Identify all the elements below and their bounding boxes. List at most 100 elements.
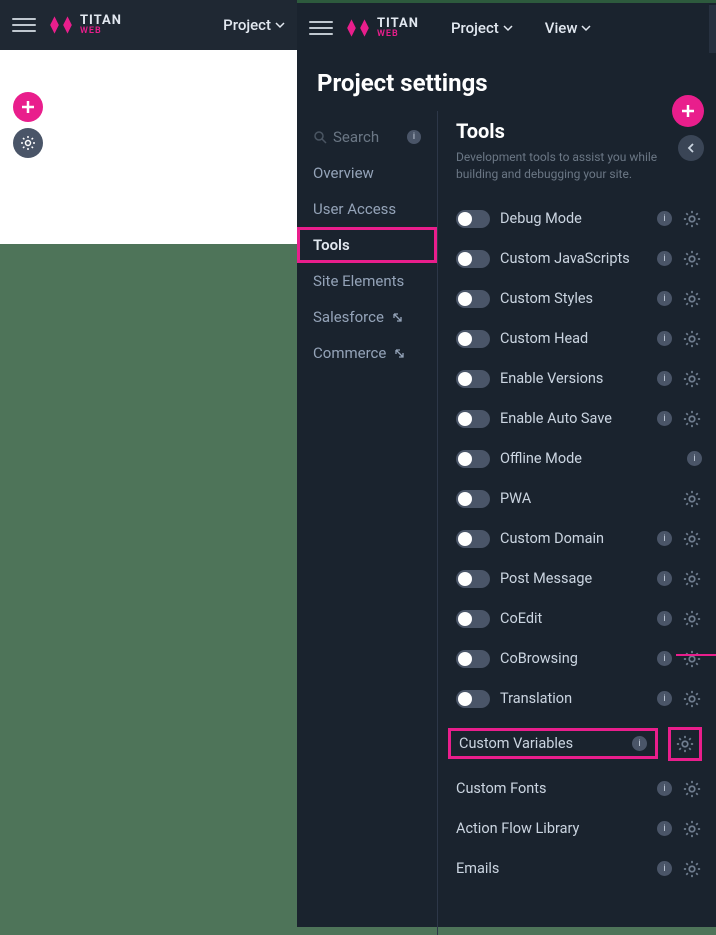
info-icon[interactable]: i <box>657 291 672 306</box>
toggle-switch[interactable] <box>456 650 490 668</box>
collapse-button[interactable] <box>678 135 704 161</box>
toggle-switch[interactable] <box>456 330 490 348</box>
plus-icon <box>680 103 696 119</box>
tool-settings-button[interactable] <box>682 779 702 799</box>
gear-icon <box>682 569 702 589</box>
tool-settings-button[interactable] <box>682 529 702 549</box>
external-link-icon <box>392 312 403 323</box>
gear-icon <box>682 409 702 429</box>
canvas-area[interactable] <box>0 50 297 244</box>
toggle-switch[interactable] <box>456 490 490 508</box>
gear-icon <box>682 859 702 879</box>
tool-label: CoEdit <box>500 610 647 627</box>
info-icon[interactable]: i <box>657 611 672 626</box>
tool-label: Emails <box>456 860 647 877</box>
info-icon[interactable]: i <box>657 531 672 546</box>
info-icon[interactable]: i <box>657 211 672 226</box>
tool-settings-button[interactable] <box>682 489 702 509</box>
tool-settings-button[interactable] <box>682 329 702 349</box>
nav-item-label: Site Elements <box>313 272 404 290</box>
tool-row-coedit: CoEditi <box>456 599 702 639</box>
info-icon[interactable]: i <box>687 451 702 466</box>
nav-item-commerce[interactable]: Commerce <box>297 335 437 371</box>
toggle-switch[interactable] <box>456 410 490 428</box>
gear-icon <box>682 329 702 349</box>
logo[interactable]: TITAN WEB <box>48 12 122 38</box>
project-menu[interactable]: Project <box>223 16 285 34</box>
add-button-right[interactable] <box>672 95 704 127</box>
tool-row-emails: Emailsi <box>456 849 702 889</box>
tool-settings-button[interactable] <box>682 409 702 429</box>
tool-settings-button[interactable] <box>682 209 702 229</box>
nav-search-label: Search <box>333 128 379 146</box>
toggle-switch[interactable] <box>456 690 490 708</box>
chevron-down-icon <box>581 23 591 33</box>
settings-panel: TITAN WEB Project View Project settings … <box>297 0 716 927</box>
toggle-switch[interactable] <box>456 210 490 228</box>
tool-label-wrap[interactable]: Custom Variablesi <box>448 728 658 759</box>
tool-row-action-flow-library: Action Flow Library i <box>456 809 702 849</box>
tool-settings-button[interactable] <box>682 249 702 269</box>
info-icon[interactable]: i <box>657 781 672 796</box>
tool-settings-button[interactable] <box>682 369 702 389</box>
tool-row-post-message: Post Messagei <box>456 559 702 599</box>
logo-text: TITAN WEB <box>80 14 122 36</box>
tool-settings-button[interactable] <box>682 569 702 589</box>
page-title: Project settings <box>297 53 716 111</box>
info-icon[interactable]: i <box>657 371 672 386</box>
view-menu[interactable]: View <box>545 19 592 37</box>
info-icon[interactable]: i <box>657 411 672 426</box>
tool-settings-button[interactable] <box>682 689 702 709</box>
chevron-down-icon <box>503 23 513 33</box>
info-icon[interactable]: i <box>657 861 672 876</box>
project-menu-label: Project <box>451 19 499 37</box>
tool-row-custom-javascripts: Custom JavaScriptsi <box>456 239 702 279</box>
tool-settings-button[interactable] <box>682 819 702 839</box>
hamburger-menu[interactable] <box>12 13 36 37</box>
tool-settings-button[interactable] <box>675 734 695 754</box>
tool-label: Action Flow Library <box>456 820 647 837</box>
toggle-switch[interactable] <box>456 530 490 548</box>
project-menu-right[interactable]: Project <box>451 19 513 37</box>
right-topbar: TITAN WEB Project View <box>297 3 716 53</box>
info-icon[interactable]: i <box>632 736 647 751</box>
nav-item-salesforce[interactable]: Salesforce <box>297 299 437 335</box>
logo-right[interactable]: TITAN WEB <box>345 15 419 41</box>
info-icon[interactable]: i <box>657 821 672 836</box>
info-icon[interactable]: i <box>657 571 672 586</box>
tool-label: PWA <box>500 490 672 507</box>
tool-settings-button[interactable] <box>682 859 702 879</box>
nav-item-overview[interactable]: Overview <box>297 155 437 191</box>
toggle-switch[interactable] <box>456 370 490 388</box>
toggle-switch[interactable] <box>456 450 490 468</box>
info-icon[interactable]: i <box>657 691 672 706</box>
nav-item-label: Salesforce <box>313 308 384 326</box>
nav-item-site-elements[interactable]: Site Elements <box>297 263 437 299</box>
info-icon[interactable]: i <box>657 331 672 346</box>
tool-row-custom-fonts: Custom Fontsi <box>456 769 702 809</box>
tool-settings-button[interactable] <box>682 289 702 309</box>
logo-icon <box>345 15 371 41</box>
nav-search[interactable]: Searchi <box>297 119 437 155</box>
toggle-switch[interactable] <box>456 290 490 308</box>
add-button[interactable] <box>13 92 43 122</box>
content-title: Tools <box>456 119 702 143</box>
gear-icon <box>682 209 702 229</box>
tool-row-custom-domain: Custom Domaini <box>456 519 702 559</box>
tool-row-debug-mode: Debug Modei <box>456 199 702 239</box>
tool-settings-button[interactable] <box>682 649 702 669</box>
settings-button[interactable] <box>13 128 43 158</box>
tool-row-custom-variables: Custom Variablesi <box>456 719 702 769</box>
tool-settings-button[interactable] <box>682 609 702 629</box>
info-icon[interactable]: i <box>657 251 672 266</box>
toggle-switch[interactable] <box>456 610 490 628</box>
nav-item-tools[interactable]: Tools <box>297 227 437 263</box>
nav-item-user-access[interactable]: User Access <box>297 191 437 227</box>
left-topbar: TITAN WEB Project <box>0 0 297 50</box>
toggle-switch[interactable] <box>456 570 490 588</box>
hamburger-menu-right[interactable] <box>309 16 333 40</box>
gear-icon <box>682 489 702 509</box>
toggle-switch[interactable] <box>456 250 490 268</box>
info-icon[interactable]: i <box>657 651 672 666</box>
tool-row-translation: Translationi <box>456 679 702 719</box>
